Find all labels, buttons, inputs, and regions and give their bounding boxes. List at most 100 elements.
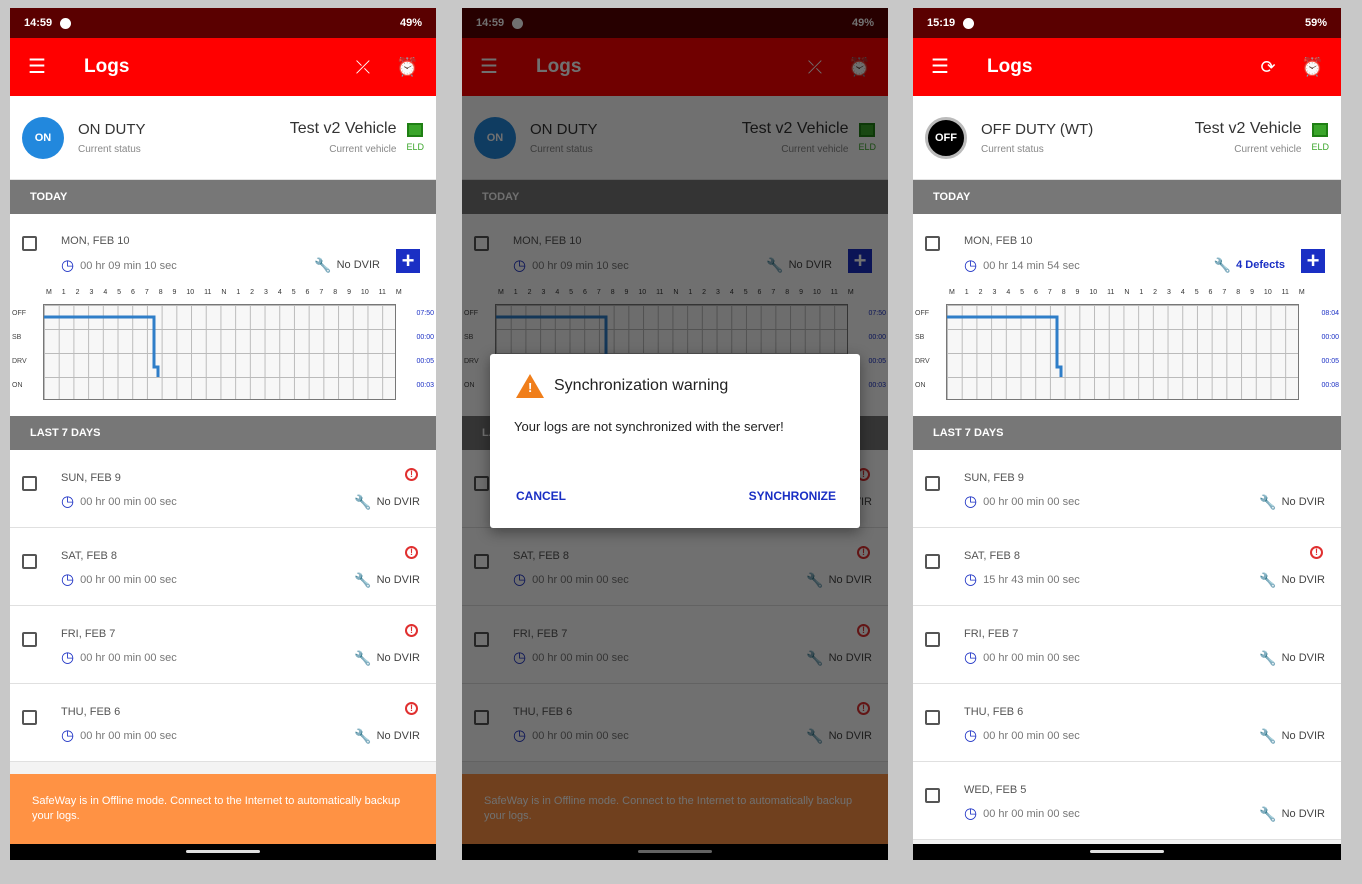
hour-tick-label: 11 — [1281, 289, 1289, 296]
log-date: SUN, FEB 9 — [61, 472, 121, 484]
hour-tick-label: M — [949, 289, 955, 296]
day-log-row[interactable]: SUN, FEB 9 ◷ 00 hr 00 min 00 sec 🔧 No DVIR — [913, 450, 1341, 528]
dvir-label: No DVIR — [1281, 574, 1325, 586]
log-checkbox[interactable] — [925, 476, 940, 491]
sync-off-icon[interactable]: ⤫ — [352, 58, 374, 76]
add-dvir-button[interactable]: + — [1301, 249, 1325, 273]
hour-tick-label: 3 — [992, 289, 997, 296]
hour-tick-label: 4 — [277, 289, 282, 296]
log-date: MON, FEB 10 — [61, 235, 130, 247]
hour-tick-label: 8 — [158, 289, 163, 296]
day-log-row[interactable]: WED, FEB 5 ◷ 00 hr 00 min 00 sec 🔧 No DVIR — [913, 762, 1341, 840]
sync-warning-dialog: ! Synchronization warning Your logs are no… — [490, 354, 860, 528]
dvir-link[interactable]: 🔧 No DVIR — [1259, 573, 1325, 587]
synchronize-button[interactable]: SYNCHRONIZE — [749, 489, 836, 503]
hour-tick-label: 11 — [204, 289, 212, 296]
day-log-row[interactable]: FRI, FEB 7 ◷ 00 hr 00 min 00 sec! 🔧 No DVIR — [10, 606, 436, 684]
dvir-label: No DVIR — [1281, 496, 1325, 508]
dvir-link[interactable]: 🔧 No DVIR — [354, 651, 420, 665]
hour-tick-label: 5 — [1194, 289, 1199, 296]
wrench-icon: 🔧 — [354, 572, 372, 588]
menu-icon[interactable]: ☰ — [28, 57, 50, 77]
day-log-row[interactable]: FRI, FEB 7 ◷ 00 hr 00 min 00 sec 🔧 No DVIR — [913, 606, 1341, 684]
graph-status-label: DRV — [12, 358, 27, 365]
graph-status-label: OFF — [915, 310, 929, 317]
eld-label: ELD — [406, 142, 424, 152]
home-gesture-handle[interactable] — [186, 850, 260, 853]
duty-status-line — [947, 315, 1063, 377]
dvir-label: No DVIR — [1281, 730, 1325, 742]
status-time: 15:19 — [927, 17, 956, 29]
hour-tick-label: 2 — [1153, 289, 1158, 296]
day-log-row[interactable]: SUN, FEB 9 ◷ 00 hr 00 min 00 sec! 🔧 No DVIR — [10, 450, 436, 528]
duty-status-caption: Current status — [78, 143, 141, 155]
page-title: Logs — [987, 56, 1033, 77]
log-checkbox[interactable] — [925, 632, 940, 647]
hour-tick-label: 4 — [103, 289, 108, 296]
hour-tick-label: 2 — [250, 289, 255, 296]
status-time: 14:59 — [24, 17, 53, 29]
offline-banner: SafeWay is in Offline mode. Connect to t… — [10, 774, 436, 844]
clock-icon: ◷ — [964, 493, 978, 510]
dvir-link[interactable]: 🔧 No DVIR — [354, 573, 420, 587]
dvir-link[interactable]: 🔧 No DVIR — [314, 258, 380, 272]
vehicle-name: Test v2 Vehicle — [1194, 120, 1302, 137]
warning-icon: ! — [405, 546, 418, 559]
menu-icon[interactable]: ☰ — [931, 57, 953, 77]
log-duration: 00 hr 00 min 00 sec — [80, 651, 177, 664]
dvir-link[interactable]: 🔧 No DVIR — [1259, 651, 1325, 665]
graph-total-label: 00:08 — [1321, 382, 1339, 389]
day-log-row[interactable]: SAT, FEB 8 ◷ 15 hr 43 min 00 sec! 🔧 No DVIR — [913, 528, 1341, 606]
today-log-card[interactable]: MON, FEB 10 ◷ 00 hr 14 min 54 sec 🔧 4 Defect… — [913, 214, 1341, 416]
eld-connected-icon — [1312, 123, 1329, 137]
hour-tick-label: 5 — [117, 289, 122, 296]
home-gesture-handle[interactable] — [1090, 850, 1164, 853]
log-checkbox[interactable] — [925, 710, 940, 725]
log-checkbox[interactable] — [22, 632, 37, 647]
dvir-label: No DVIR — [376, 730, 420, 742]
hour-tick-label: 7 — [1047, 289, 1052, 296]
warning-icon: ! — [405, 468, 418, 481]
status-summary[interactable]: OFF OFF DUTY (WT) Current status Test v2 Ve… — [913, 96, 1341, 180]
sync-icon[interactable]: ⟳ — [1257, 58, 1279, 76]
duty-status-graph — [946, 304, 1299, 400]
status-summary[interactable]: ON ON DUTY Current status Test v2 Vehicle Cu… — [10, 96, 436, 180]
dvir-link[interactable]: 🔧 No DVIR — [1259, 729, 1325, 743]
day-log-row[interactable]: THU, FEB 6 ◷ 00 hr 00 min 00 sec 🔧 No DVIR — [913, 684, 1341, 762]
log-duration: 00 hr 14 min 54 sec — [983, 259, 1080, 272]
log-checkbox[interactable] — [925, 236, 940, 251]
today-log-card[interactable]: MON, FEB 10 ◷ 00 hr 09 min 10 sec 🔧 No DVIR +… — [10, 214, 436, 416]
clock-icon: ◷ — [61, 571, 75, 588]
log-duration: 00 hr 00 min 00 sec — [983, 729, 1080, 742]
alarm-icon[interactable]: ⏰ — [1301, 58, 1323, 76]
dvir-link[interactable]: 🔧 No DVIR — [1259, 807, 1325, 821]
log-date: WED, FEB 5 — [964, 784, 1027, 796]
day-log-row[interactable]: SAT, FEB 8 ◷ 00 hr 00 min 00 sec! 🔧 No DVIR — [10, 528, 436, 606]
dvir-link[interactable]: 🔧 No DVIR — [354, 495, 420, 509]
log-duration: 00 hr 09 min 10 sec — [80, 259, 177, 272]
dvir-link[interactable]: 🔧 4 Defects — [1214, 258, 1285, 272]
log-checkbox[interactable] — [925, 788, 940, 803]
add-dvir-button[interactable]: + — [396, 249, 420, 273]
gear-icon — [60, 17, 72, 29]
dvir-label: No DVIR — [1281, 808, 1325, 820]
cancel-button[interactable]: CANCEL — [516, 489, 566, 503]
hour-tick-label: 9 — [172, 289, 177, 296]
log-checkbox[interactable] — [22, 710, 37, 725]
today-header: TODAY — [10, 180, 436, 214]
dvir-link[interactable]: 🔧 No DVIR — [354, 729, 420, 743]
dialog-title: Synchronization warning — [554, 377, 729, 394]
wrench-icon: 🔧 — [1213, 257, 1232, 273]
log-duration: 00 hr 00 min 00 sec — [80, 729, 177, 742]
log-date: THU, FEB 6 — [964, 706, 1024, 718]
log-checkbox[interactable] — [22, 236, 37, 251]
dvir-link[interactable]: 🔧 No DVIR — [1259, 495, 1325, 509]
log-checkbox[interactable] — [22, 476, 37, 491]
alarm-icon[interactable]: ⏰ — [396, 58, 418, 76]
graph-total-label: 07:50 — [416, 310, 434, 317]
log-checkbox[interactable] — [22, 554, 37, 569]
day-log-row[interactable]: THU, FEB 6 ◷ 00 hr 00 min 00 sec! 🔧 No DVIR — [10, 684, 436, 762]
hour-tick-label: 6 — [1034, 289, 1038, 296]
phone-screen-1: 14:59 49% ☰ Logs ⤫ ⏰ ON ON DUTY Current status Te… — [10, 8, 436, 860]
log-checkbox[interactable] — [925, 554, 940, 569]
